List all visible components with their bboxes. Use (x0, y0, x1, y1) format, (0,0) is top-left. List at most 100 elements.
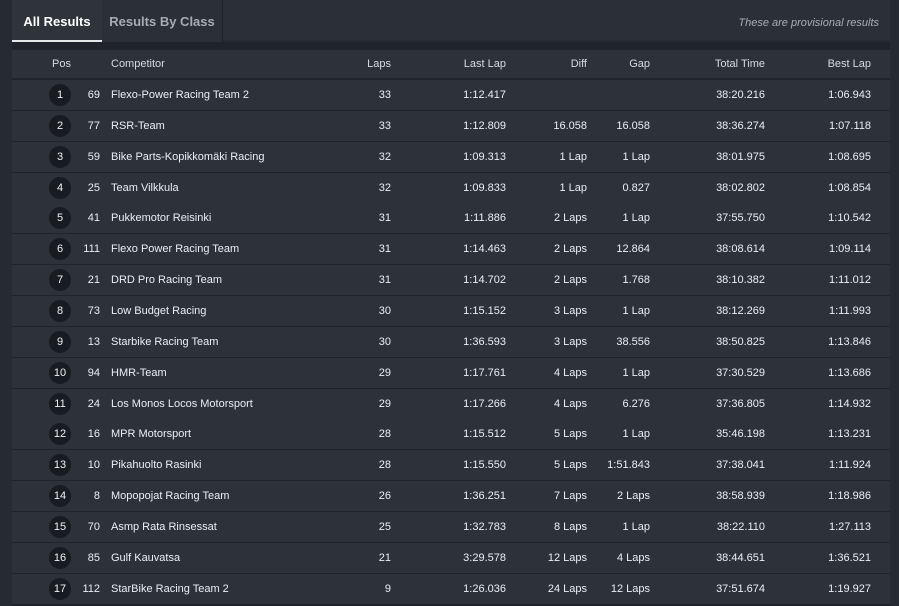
gap-value: 38.556 (616, 335, 650, 348)
competitor-name: Flexo-Power Racing Team 2 (111, 89, 249, 101)
header-pos: Pos (52, 58, 71, 70)
total-time-value: 37:36.805 (716, 397, 765, 410)
total-time-value: 38:20.216 (716, 89, 765, 101)
diff-value: 1 Lap (559, 150, 587, 163)
last-lap-value: 1:36.593 (463, 335, 506, 348)
total-time-value: 37:51.674 (716, 582, 765, 595)
laps-value: 30 (378, 335, 391, 348)
last-lap-value: 1:17.266 (463, 397, 506, 410)
diff-value: 2 Laps (553, 274, 587, 287)
total-time-value: 37:55.750 (716, 212, 765, 225)
car-number: 21 (87, 274, 100, 287)
diff-value: 7 Laps (553, 490, 587, 503)
laps-value: 9 (384, 582, 391, 595)
last-lap-value: 1:12.809 (463, 119, 506, 132)
total-time-value: 38:36.274 (716, 119, 765, 132)
last-lap-value: 1:14.463 (463, 243, 506, 256)
table-row[interactable]: 11 24 Los Monos Locos Motorsport 29 1:17.266… (12, 388, 890, 419)
competitor-name: MPR Motorsport (111, 428, 192, 441)
gap-value: 1 Lap (622, 520, 650, 533)
competitor-name: StarBike Racing Team 2 (111, 582, 229, 595)
car-number: 85 (87, 551, 100, 564)
table-row[interactable]: 15 70 Asmp Rata Rinsessat 25 1:32.783 8 Laps 1… (12, 511, 890, 542)
gap-value: 12.864 (616, 243, 650, 256)
gap-value: 1:51.843 (607, 459, 650, 472)
competitor-name: DRD Pro Racing Team (111, 274, 223, 287)
table-row[interactable]: 6 111 Flexo Power Racing Team 31 1:14.463 2 L… (12, 234, 890, 265)
table-row[interactable]: 17 112 StarBike Racing Team 2 9 1:26.036 24 L… (12, 573, 890, 604)
gap-value (592, 80, 650, 110)
best-lap-value: 1:13.686 (828, 366, 871, 379)
diff-value (512, 80, 587, 110)
competitor-name: Pikahuolto Rasinki (111, 459, 202, 472)
car-number: 112 (82, 582, 100, 595)
total-time-value: 35:46.198 (716, 428, 765, 441)
car-number: 77 (87, 119, 100, 132)
laps-value: 29 (378, 397, 391, 410)
tab-results-by-class[interactable]: Results By Class (102, 0, 223, 42)
laps-value: 32 (378, 181, 391, 194)
diff-value: 3 Laps (553, 335, 587, 348)
diff-value: 4 Laps (553, 366, 587, 379)
gap-value: 1 Lap (622, 212, 650, 225)
table-row[interactable]: 1 69 Flexo-Power Racing Team 2 33 1:12.417 38… (12, 80, 890, 110)
last-lap-value: 1:15.550 (463, 459, 506, 472)
best-lap-value: 1:14.932 (828, 397, 871, 410)
competitor-name: Bike Parts-Kopikkomäki Racing (111, 150, 265, 163)
best-lap-value: 1:19.927 (828, 582, 871, 595)
total-time-value: 38:01.975 (716, 150, 765, 163)
diff-value: 5 Laps (553, 428, 587, 441)
table-row[interactable]: 16 85 Gulf Kauvatsa 21 3:29.578 12 Laps 4 Laps… (12, 542, 890, 573)
diff-value: 16.058 (553, 119, 587, 132)
header-laps: Laps (367, 58, 391, 70)
competitor-name: RSR-Team (111, 119, 165, 132)
tab-all-results[interactable]: All Results (12, 0, 102, 42)
table-row[interactable]: 8 73 Low Budget Racing 30 1:15.152 3 Laps 1 La… (12, 296, 890, 326)
car-number: 69 (87, 89, 100, 101)
car-number: 25 (87, 181, 100, 194)
table-row[interactable]: 4 25 Team Vilkkula 32 1:09.833 1 Lap 0.827 38:0… (12, 172, 890, 203)
best-lap-value: 1:36.521 (828, 551, 871, 564)
table-row[interactable]: 13 10 Pikahuolto Rasinki 28 1:15.550 5 Laps 1:… (12, 450, 890, 481)
table-row[interactable]: 9 13 Starbike Racing Team 30 1:36.593 3 Laps 3… (12, 326, 890, 357)
diff-value: 4 Laps (553, 397, 587, 410)
last-lap-value: 1:26.036 (463, 582, 506, 595)
total-time-value: 38:10.382 (716, 274, 765, 287)
table-row[interactable]: 14 8 Mopopojat Racing Team 26 1:36.251 7 Laps… (12, 481, 890, 512)
best-lap-value: 1:18.986 (828, 490, 871, 503)
best-lap-value: 1:11.993 (828, 305, 871, 317)
best-lap-value: 1:27.113 (828, 520, 871, 533)
diff-value: 2 Laps (553, 212, 587, 225)
car-number: 8 (93, 490, 100, 503)
diff-value: 8 Laps (553, 520, 587, 533)
competitor-name: Team Vilkkula (111, 181, 179, 194)
table-row[interactable]: 5 41 Pukkemotor Reisinki 31 1:11.886 2 Laps 1 … (12, 203, 890, 234)
table-row[interactable]: 12 16 MPR Motorsport 28 1:15.512 5 Laps 1 Lap 3… (12, 419, 890, 450)
competitor-name: Flexo Power Racing Team (111, 243, 240, 256)
table-row[interactable]: 3 59 Bike Parts-Kopikkomäki Racing 32 1:09.3… (12, 141, 890, 172)
gap-value: 1 Lap (622, 366, 650, 379)
competitor-name: Pukkemotor Reisinki (111, 212, 212, 225)
competitor-name: HMR-Team (111, 366, 167, 379)
diff-value: 2 Laps (553, 243, 587, 256)
car-number: 111 (83, 243, 100, 256)
diff-value: 12 Laps (547, 551, 587, 564)
provisional-notice: These are provisional results (738, 17, 879, 29)
last-lap-value: 3:29.578 (463, 551, 506, 564)
header-best-lap: Best Lap (827, 58, 871, 70)
total-time-value: 38:22.110 (716, 520, 765, 533)
best-lap-value: 1:11.012 (828, 274, 871, 287)
header-gap: Gap (629, 58, 650, 70)
table-row[interactable]: 7 21 DRD Pro Racing Team 31 1:14.702 2 Laps 1.… (12, 265, 890, 296)
best-lap-value: 1:09.114 (828, 243, 871, 256)
competitor-name: Asmp Rata Rinsessat (111, 520, 217, 533)
gap-value: 1.768 (622, 274, 650, 287)
table-row[interactable]: 10 94 HMR-Team 29 1:17.761 4 Laps 1 Lap 37:30.5… (12, 357, 890, 388)
table-row[interactable]: 2 77 RSR-Team 33 1:12.809 16.058 16.058 38:36.2… (12, 110, 890, 141)
laps-value: 21 (378, 551, 391, 564)
competitor-name: Los Monos Locos Motorsport (111, 397, 253, 410)
gap-value: 1 Lap (622, 428, 650, 441)
best-lap-value: 1:13.231 (828, 428, 871, 441)
competitor-name: Gulf Kauvatsa (111, 551, 181, 564)
gap-value: 4 Laps (616, 551, 650, 564)
